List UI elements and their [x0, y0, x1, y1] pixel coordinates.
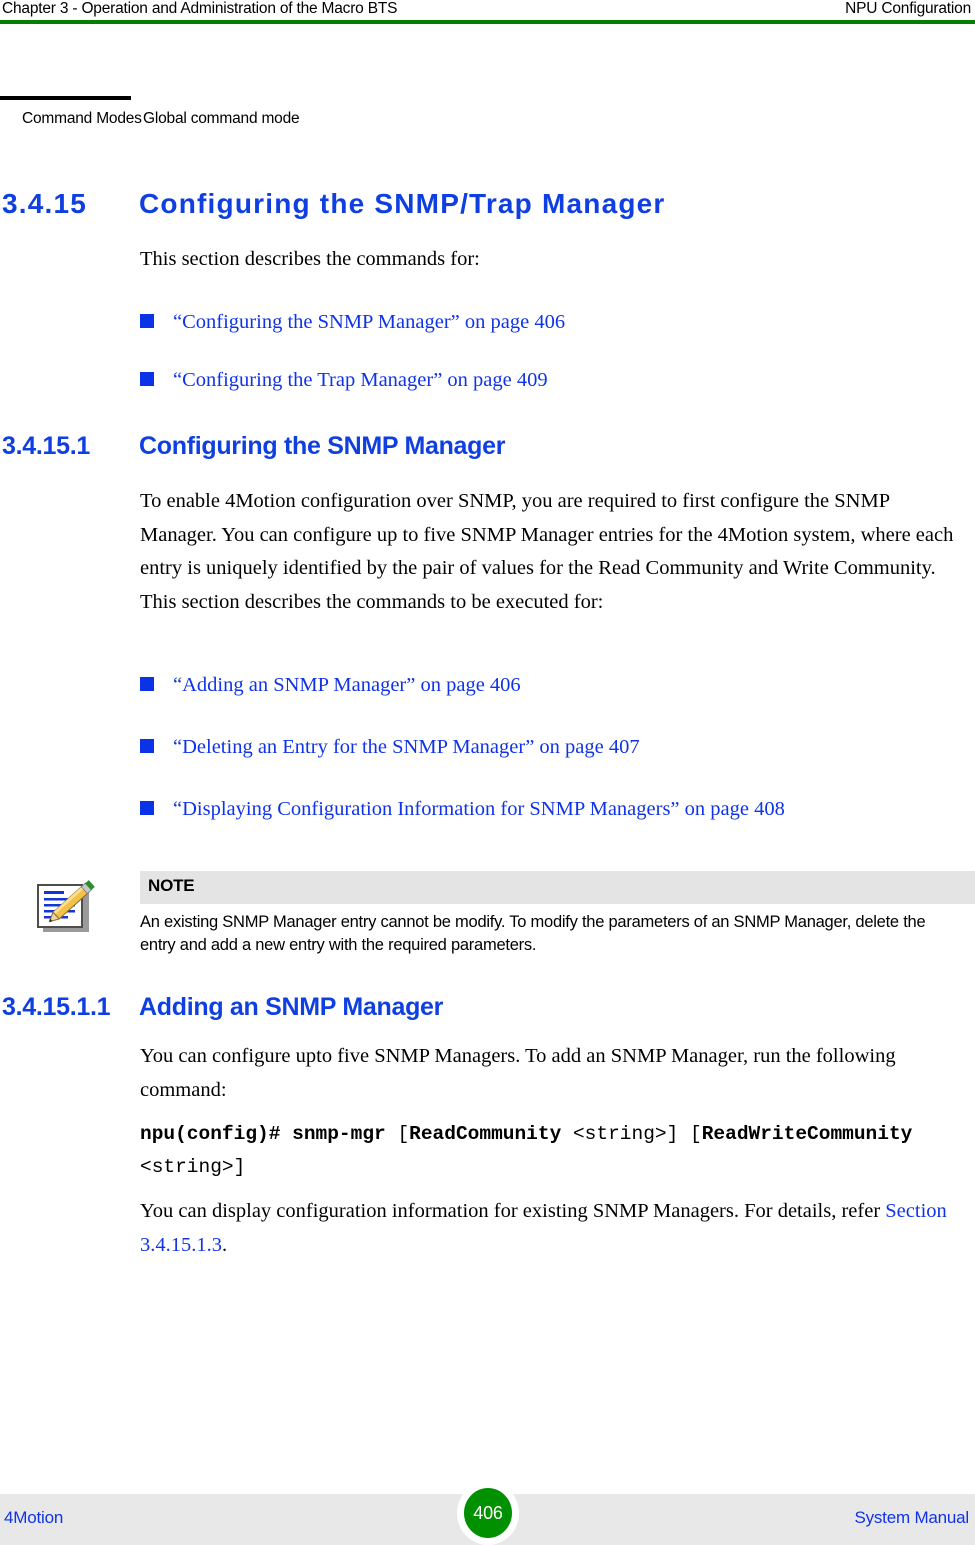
bracket-open-1: [: [397, 1123, 410, 1145]
square-bullet-icon: [140, 677, 154, 691]
section-number: 3.4.15: [2, 188, 88, 219]
subsection-paragraph: To enable 4Motion configuration over SNM…: [140, 490, 954, 613]
square-bullet-icon: [140, 372, 154, 386]
square-bullet-icon: [140, 739, 154, 753]
command-prompt: npu(config)# snmp-mgr: [140, 1123, 386, 1145]
table-top-rule: [0, 96, 131, 100]
note-title: NOTE: [148, 876, 195, 895]
header-section-title: NPU Configuration: [845, 0, 971, 17]
command-param-readwrite: ReadWriteCommunity: [701, 1123, 913, 1145]
command-value-1: <string>: [572, 1123, 667, 1145]
note-title-bar: NOTE: [140, 871, 975, 904]
bracket-close-1: ]: [666, 1123, 679, 1145]
subsubsection-paragraph: You can configure upto five SNMP Manager…: [140, 1045, 896, 1101]
note-callout: NOTE An existing SNMP Manager entry cann…: [0, 871, 975, 971]
cross-reference-link[interactable]: “Displaying Configuration Information fo…: [173, 795, 785, 823]
footer-document-title: System Manual: [854, 1508, 969, 1527]
subsubsection-number: 3.4.15.1.1: [2, 993, 111, 1021]
header-chapter-title: Chapter 3 - Operation and Administration…: [2, 0, 398, 17]
note-body-text: An existing SNMP Manager entry cannot be…: [140, 913, 926, 954]
page-number-badge: 406: [464, 1488, 512, 1538]
square-bullet-icon: [140, 314, 154, 328]
subsubsection-title: Adding an SNMP Manager: [139, 993, 444, 1021]
closing-text-before: You can display configuration informatio…: [140, 1200, 886, 1222]
cross-reference-link[interactable]: “Configuring the Trap Manager” on page 4…: [173, 366, 548, 394]
command-value-2: <string>: [140, 1156, 234, 1178]
header-green-rule: [0, 20, 975, 24]
command-modes-label: Command Modes: [22, 110, 142, 127]
bracket-close-2: ]: [233, 1156, 246, 1178]
cross-reference-link[interactable]: “Deleting an Entry for the SNMP Manager”…: [173, 733, 640, 761]
cross-reference-link[interactable]: “Configuring the SNMP Manager” on page 4…: [173, 308, 565, 336]
command-param-read: ReadCommunity: [409, 1123, 562, 1145]
note-pencil-icon: [33, 878, 95, 938]
command-syntax: npu(config)# snmp-mgr [ReadCommunity <st…: [140, 1118, 975, 1184]
section-intro-paragraph: This section describes the commands for:: [140, 248, 480, 270]
subsection-number: 3.4.15.1: [2, 432, 90, 460]
cross-reference-link[interactable]: “Adding an SNMP Manager” on page 406: [173, 671, 521, 699]
bracket-open-2: [: [690, 1123, 702, 1145]
footer-product-name: 4Motion: [4, 1508, 64, 1527]
subsection-title: Configuring the SNMP Manager: [139, 432, 506, 460]
closing-text-after: .: [222, 1233, 228, 1256]
closing-paragraph: You can display configuration informatio…: [140, 1195, 965, 1262]
square-bullet-icon: [140, 801, 154, 815]
command-modes-value: Global command mode: [143, 110, 300, 127]
section-title: Configuring the SNMP/Trap Manager: [139, 188, 666, 219]
